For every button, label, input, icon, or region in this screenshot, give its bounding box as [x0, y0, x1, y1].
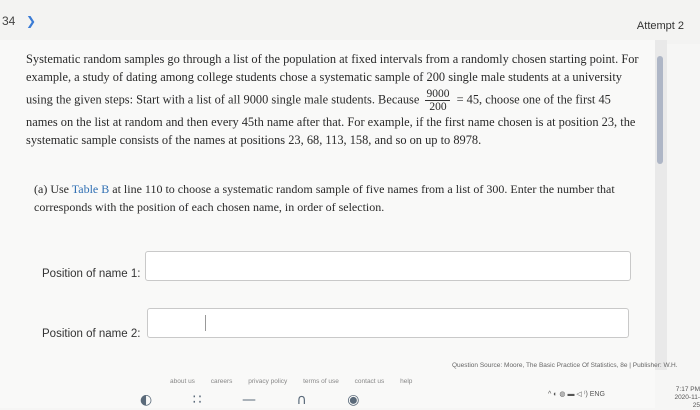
name1-label: Position of name 1: [42, 268, 141, 280]
intro-paragraph: Systematic random samples go through a l… [26, 50, 651, 149]
intro-line: Systematic random samples go through a l… [26, 52, 639, 66]
part-a-line: corresponds with the position of each ch… [34, 200, 385, 214]
intro-line: example, a study of dating among college… [26, 70, 622, 84]
name1-input[interactable] [145, 251, 631, 281]
footer-link-help[interactable]: help [400, 378, 412, 385]
intro-line: systematic sample consists of the names … [26, 133, 482, 147]
footer-link-terms[interactable]: terms of use [303, 378, 339, 385]
edge-icon[interactable]: ◐ [140, 392, 152, 408]
intro-line-with-fraction: using the given steps: Start with a list… [26, 88, 651, 113]
footer-link-about[interactable]: about us [170, 378, 195, 385]
office-icon[interactable]: ∩ [297, 392, 307, 408]
chevron-right-icon[interactable]: ❯ [26, 14, 38, 28]
part-a-line: (a) Use Table B at line 110 to choose a … [34, 180, 634, 198]
question-number: 34 [2, 14, 16, 28]
chrome-icon[interactable]: ◉ [347, 392, 359, 408]
clock-time: 7:17 PM [675, 386, 700, 393]
text-caret [205, 315, 206, 331]
fraction: 9000 200 [425, 88, 451, 113]
fraction-denominator: 200 [429, 101, 447, 113]
question-header: 34 ❯ Attempt 2 [0, 0, 700, 44]
divider-icon: — [242, 392, 257, 408]
scrollbar-thumb[interactable] [657, 56, 663, 164]
question-source: Question Source: Moore, The Basic Practi… [452, 362, 678, 369]
name2-label: Position of name 2: [42, 328, 141, 340]
apps-icon[interactable]: ∷ [193, 392, 202, 408]
part-a-prompt: (a) Use Table B at line 110 to choose a … [34, 180, 634, 216]
attempt-label: Attempt 2 [636, 20, 684, 32]
footer-link-contact[interactable]: contact us [355, 378, 385, 385]
part-a-text: (a) Use [34, 182, 69, 196]
taskbar: ◐ ∷ — ∩ ◉ [140, 392, 395, 408]
intro-line: names on the list at random and then eve… [26, 115, 636, 129]
footer-links: about us careers privacy policy terms of… [170, 378, 426, 385]
part-a-text: at line 110 to choose a systematic rando… [112, 182, 615, 196]
system-tray[interactable]: ^ ◐ ◍ ▬ ◁ ⁾) ENG [548, 390, 605, 398]
footer-link-careers[interactable]: careers [211, 378, 233, 385]
footer-link-privacy[interactable]: privacy policy [248, 378, 287, 385]
intro-text: using the given steps: Start with a list… [26, 92, 420, 107]
table-b-link[interactable]: Table B [72, 182, 109, 196]
name2-input[interactable] [147, 308, 629, 338]
intro-text: = 45, choose one of the first 45 [456, 92, 611, 107]
taskbar-clock[interactable]: 7:17 PM 2020-11-25 [668, 386, 700, 410]
fraction-numerator: 9000 [425, 88, 451, 101]
